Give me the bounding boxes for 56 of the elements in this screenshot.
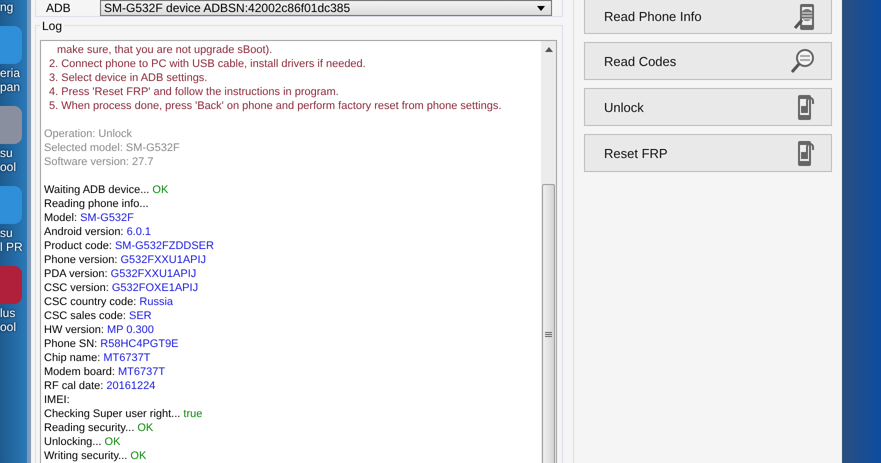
log-line: Phone version: G532FXXU1APIJ <box>44 253 208 267</box>
log-line: Reading security... OK <box>44 421 154 435</box>
action-button[interactable]: Unlock <box>584 88 832 126</box>
log-line: CSC sales code: SER <box>44 309 153 323</box>
action-button[interactable]: Read Phone Info <box>584 0 832 34</box>
log-line: Checking Super user right... true <box>44 407 204 421</box>
log-line: 5. When process done, press 'Back' on phone and perform factory reset from phone settings. <box>48 99 502 113</box>
desktop-icon-label: ool <box>0 160 16 174</box>
log-line: make sure, that you are not upgrade sBoot). <box>56 43 274 57</box>
log-line: Modem board: MT6737T <box>44 365 166 379</box>
log-line: Selected model: SM-G532F <box>44 141 181 155</box>
log-line: Software version: 27.7 <box>44 155 154 169</box>
log-line: Phone SN: R58HC4PGT9E <box>44 337 180 351</box>
desktop-app-icon[interactable] <box>0 106 22 144</box>
desktop-app-icon[interactable] <box>0 26 22 64</box>
log-line: CSC version: G532FOXE1APIJ <box>44 281 200 295</box>
desktop-icon-label: su <box>0 226 13 240</box>
desktop-icon-label: eria <box>0 66 20 80</box>
phone-padlock-icon <box>795 93 817 121</box>
log-line: IMEI: <box>44 393 71 407</box>
magnifier-icon <box>789 47 817 75</box>
desktop-icon-label: l PR <box>0 240 23 254</box>
log-line: Product code: SM-G532FZDDSER <box>44 239 215 253</box>
log-line: 2. Connect phone to PC with USB cable, install drivers if needed. <box>48 57 367 71</box>
log-line: RF cal date: 20161224 <box>44 379 156 393</box>
log-line: HW version: MP 0.300 <box>44 323 155 337</box>
caret-icon <box>537 6 545 10</box>
scroll-up-arrow-icon[interactable] <box>544 47 552 52</box>
phone-search-icon <box>793 2 817 30</box>
desktop-icon-label: lus <box>0 306 16 320</box>
device-dropdown[interactable]: SM-G532F device ADBSN:42002c86f01dc385 <box>100 0 552 16</box>
action-button[interactable]: Read Codes <box>584 42 832 80</box>
log-line: PDA version: G532FXXU1APIJ <box>44 267 198 281</box>
action-button[interactable]: Reset FRP <box>584 134 832 172</box>
log-line: Operation: Unlock <box>44 127 134 141</box>
log-line: Waiting ADB device... OK <box>44 183 170 197</box>
log-line: 3. Select device in ADB settings. <box>48 71 208 85</box>
log-line: Writing security... OK <box>44 449 148 463</box>
desktop-app-icon[interactable] <box>0 266 22 304</box>
log-line: CSC country code: Russia <box>44 295 174 309</box>
desktop-icon-label: ng <box>0 0 14 14</box>
phone-padlock-icon <box>795 139 817 167</box>
log-title: Log <box>40 19 64 33</box>
log-line: 4. Press 'Reset FRP' and follow the instructions in program. <box>48 85 340 99</box>
log-line: Reading phone info... <box>44 197 150 211</box>
log-line: Chip name: MT6737T <box>44 351 152 365</box>
scrollbar[interactable] <box>541 41 556 463</box>
desktop-app-icon[interactable] <box>0 186 22 224</box>
log-line: Android version: 6.0.1 <box>44 225 152 239</box>
adb-label: ADB <box>46 0 72 15</box>
log-line: Model: SM-G532F <box>44 211 135 225</box>
grip-icon <box>545 332 552 336</box>
log-line: Unlocking... OK <box>44 435 122 449</box>
desktop-icon-label: su <box>0 146 13 160</box>
desktop-icon-label: ool <box>0 320 16 334</box>
desktop-icon-label: pan <box>0 80 20 94</box>
